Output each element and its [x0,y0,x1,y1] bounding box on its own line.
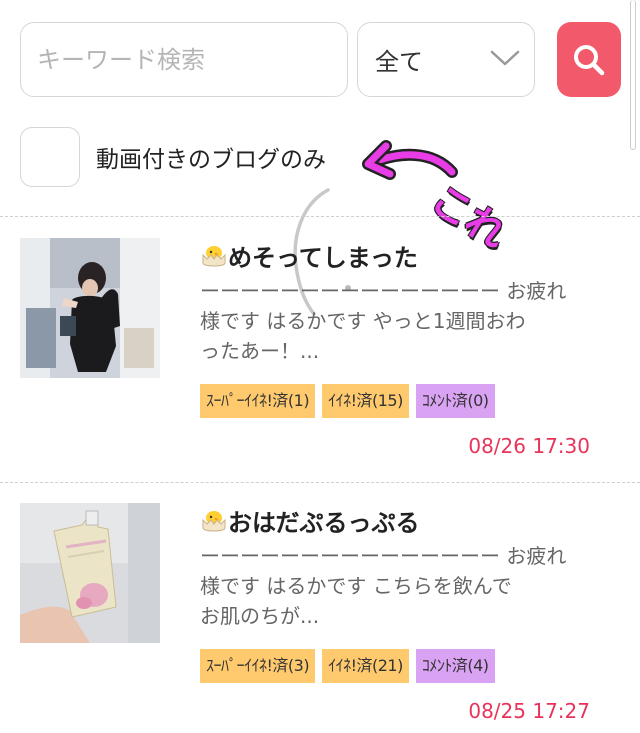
scrollbar[interactable] [630,0,636,150]
chevron-down-icon [490,50,520,66]
excerpt-line: 様です はるかです こちらを飲んで [200,574,512,598]
chick-emoji-icon [202,245,226,266]
chick-emoji-icon [202,510,226,531]
like-tag: ｲｲﾈ!済(21) [322,649,409,683]
video-only-label: 動画付きのブログのみ [96,147,326,173]
excerpt-line: ーーーーーーーーーーーーーーー お疲れ [200,279,567,303]
post-title-text: おはだぷるっぷる [228,509,420,537]
post-title-text: めそってしまった [228,244,418,272]
blog-post[interactable]: おはだぷるっぷる ーーーーーーーーーーーーーーー お疲れ 様です はるかです こ… [20,503,620,733]
excerpt-line: 様です はるかです やっと1週間おわ [200,309,526,333]
post-title[interactable]: おはだぷるっぷる [200,503,420,538]
post-tags: ｽｰﾊﾟｰｲｲﾈ!済(3) ｲｲﾈ!済(21) ｺﾒﾝﾄ済(4) [200,649,495,683]
excerpt-line: お肌のちが... [200,604,320,628]
blog-post[interactable]: めそってしまった ーーーーーーーーーーーーーーー お疲れ 様です はるかです や… [20,238,620,468]
post-thumbnail[interactable] [20,503,160,643]
excerpt-line: ーーーーーーーーーーーーーーー お疲れ [200,544,567,568]
post-title[interactable]: めそってしまった [200,238,418,273]
product-pouch-image [20,503,160,643]
video-only-filter[interactable]: 動画付きのブログのみ [20,127,326,187]
post-date: 08/26 17:30 [468,434,590,458]
super-like-tag: ｽｰﾊﾟｰｲｲﾈ!済(3) [200,649,316,683]
post-excerpt: ーーーーーーーーーーーーーーー お疲れ 様です はるかです やっと1週間おわ っ… [200,276,600,366]
comment-tag: ｺﾒﾝﾄ済(4) [415,649,495,683]
post-tags: ｽｰﾊﾟｰｲｲﾈ!済(1) ｲｲﾈ!済(15) ｺﾒﾝﾄ済(0) [200,384,495,418]
excerpt-line: ったあー！... [200,339,320,363]
category-select[interactable]: 全て [357,22,535,97]
search-icon [574,44,605,75]
divider [0,482,640,483]
search-button[interactable] [557,22,621,97]
post-date: 08/25 17:27 [468,699,590,723]
category-select-value: 全て [375,48,423,76]
video-only-checkbox[interactable] [20,127,80,187]
search-bar: 全て [20,22,621,97]
post-thumbnail[interactable] [20,238,160,378]
comment-tag: ｺﾒﾝﾄ済(0) [415,384,495,418]
keyword-search-input[interactable] [20,22,348,97]
like-tag: ｲｲﾈ!済(15) [322,384,409,418]
super-like-tag: ｽｰﾊﾟｰｲｲﾈ!済(1) [200,384,316,418]
mirror-selfie-image [20,238,160,378]
post-excerpt: ーーーーーーーーーーーーーーー お疲れ 様です はるかです こちらを飲んで お肌… [200,541,600,631]
